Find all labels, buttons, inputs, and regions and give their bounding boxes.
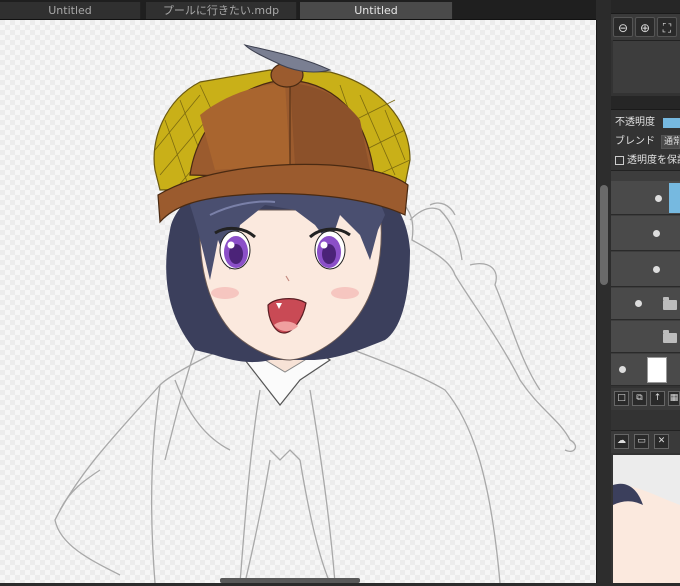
new-layer-icon[interactable]: □: [614, 391, 629, 406]
zoom-in-icon[interactable]: ⊕: [635, 17, 655, 37]
canvas-vertical-scrollbar[interactable]: [596, 20, 611, 583]
material-thumbnail: [613, 455, 680, 583]
tab-untitled-1[interactable]: Untitled: [0, 2, 141, 19]
character-artwork: [54, 44, 577, 583]
folder-icon: [663, 330, 677, 343]
folder-icon: [663, 297, 677, 310]
fit-icon[interactable]: ⛶: [657, 17, 677, 37]
visibility-eye-icon[interactable]: [653, 230, 660, 237]
zoom-out-icon[interactable]: ⊖: [613, 17, 633, 37]
tab-pool-mdp[interactable]: プールに行きたい.mdp: [146, 2, 297, 19]
folder-layer-item[interactable]: [611, 288, 680, 320]
protect-alpha-label: 透明度を保護: [627, 155, 680, 166]
protect-alpha-checkbox[interactable]: [615, 155, 624, 165]
layer-item[interactable]: [611, 252, 680, 287]
opacity-row: 不透明度: [611, 114, 680, 132]
navigator-panel-header: [611, 0, 680, 14]
selected-layer-indicator: [669, 183, 680, 213]
blend-row: ブレンド 通常: [611, 133, 680, 151]
layer-item[interactable]: [611, 354, 680, 386]
material-preview[interactable]: [613, 455, 680, 583]
layer-panel-header: [611, 96, 680, 110]
navigator-preview[interactable]: [613, 40, 680, 93]
close-icon[interactable]: ✕: [654, 434, 669, 449]
layer-item[interactable]: [611, 216, 680, 251]
tab-untitled-2[interactable]: Untitled: [300, 2, 453, 19]
visibility-eye-icon[interactable]: [653, 266, 660, 273]
grid-layer-icon[interactable]: ▦: [668, 391, 680, 406]
visibility-eye-icon[interactable]: [655, 195, 662, 202]
upload-icon[interactable]: ☁: [614, 434, 629, 449]
right-panel: ⊖ ⊕ ⛶ 不透明度 ブレンド 通常 透明度を保護: [611, 0, 680, 583]
material-toolbar: ☁ ▭ ✕: [611, 430, 680, 453]
protect-alpha-row[interactable]: 透明度を保護: [611, 152, 680, 170]
vertical-scroll-thumb[interactable]: [600, 185, 608, 285]
horizontal-scroll-thumb[interactable]: [220, 578, 360, 583]
folder-open-icon[interactable]: ▭: [634, 434, 649, 449]
visibility-eye-icon[interactable]: [619, 366, 626, 373]
layer-list: [611, 170, 680, 386]
drawing-canvas[interactable]: [0, 20, 596, 583]
opacity-label: 不透明度: [615, 117, 655, 128]
document-tab-bar: Untitled プールに行きたい.mdp Untitled: [0, 0, 596, 20]
visibility-eye-icon[interactable]: [635, 300, 642, 307]
import-layer-icon[interactable]: ↑: [650, 391, 665, 406]
layer-toolbar: □ ⧉ ↑ ▦: [611, 388, 680, 410]
blend-label: ブレンド: [615, 136, 655, 147]
copy-layer-icon[interactable]: ⧉: [632, 391, 647, 406]
blend-mode-select[interactable]: 通常: [661, 135, 680, 149]
folder-layer-item[interactable]: [611, 321, 680, 353]
layer-thumbnail: [647, 357, 667, 383]
layer-item[interactable]: [611, 181, 680, 215]
navigator-toolbar: ⊖ ⊕ ⛶: [611, 14, 680, 40]
opacity-slider[interactable]: [663, 118, 680, 128]
